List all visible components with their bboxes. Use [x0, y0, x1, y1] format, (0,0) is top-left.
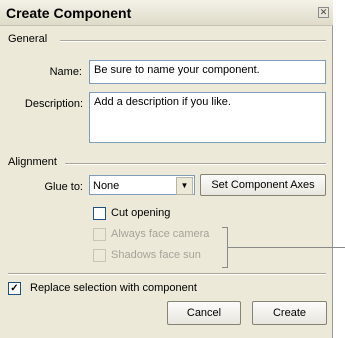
description-label: Description:: [24, 98, 83, 110]
name-field[interactable]: Be sure to name your component.: [89, 60, 326, 84]
always-face-camera-row: Always face camera: [93, 228, 233, 242]
general-group-divider: [60, 40, 326, 42]
title-bar: Create Component ✕: [0, 0, 333, 26]
alignment-group-label: Alignment: [8, 156, 57, 168]
callout-leader-line: [228, 247, 345, 248]
shadows-face-sun-row: Shadows face sun: [93, 249, 233, 263]
cut-opening-row[interactable]: Cut opening: [93, 207, 233, 221]
description-field[interactable]: Add a description if you like.: [89, 92, 326, 143]
set-component-axes-button[interactable]: Set Component Axes: [200, 174, 326, 196]
section-divider: [8, 273, 326, 275]
shadows-face-sun-checkbox: [93, 249, 106, 262]
cut-opening-label: Cut opening: [111, 207, 171, 219]
create-component-dialog: Create Component ✕ General Name: Be sure…: [0, 0, 333, 338]
general-group-label: General: [8, 33, 48, 45]
alignment-group-divider: [65, 163, 326, 165]
replace-selection-label: Replace selection with component: [30, 282, 197, 294]
name-label: Name:: [49, 66, 82, 78]
always-face-camera-label: Always face camera: [111, 228, 210, 240]
dialog-title: Create Component: [6, 5, 132, 21]
glue-to-label: Glue to:: [44, 181, 83, 193]
glue-to-value: None: [93, 180, 120, 192]
shadows-face-sun-label: Shadows face sun: [111, 249, 201, 261]
replace-selection-row[interactable]: ✓ Replace selection with component: [8, 282, 238, 296]
callout-bracket-bottom: [222, 267, 228, 268]
checkmark-icon[interactable]: ✓: [8, 282, 21, 295]
always-face-camera-checkbox: [93, 228, 106, 241]
callout-bracket-top: [222, 227, 228, 228]
cut-opening-checkbox[interactable]: [93, 207, 106, 220]
chevron-down-icon[interactable]: ▼: [176, 177, 193, 195]
glue-to-select[interactable]: None ▼: [89, 175, 195, 195]
cancel-button[interactable]: Cancel: [167, 301, 241, 325]
create-button[interactable]: Create: [252, 301, 327, 325]
close-icon[interactable]: ✕: [318, 7, 329, 18]
